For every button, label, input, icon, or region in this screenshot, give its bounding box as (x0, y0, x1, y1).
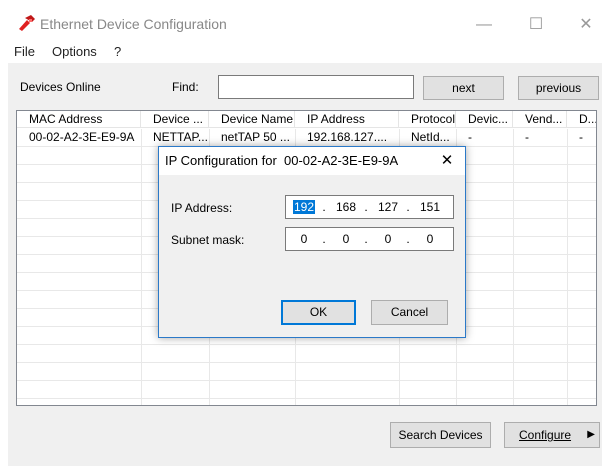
menu-options[interactable]: Options (52, 44, 97, 59)
dialog-close-icon[interactable]: ✕ (437, 151, 457, 171)
grid-line (141, 129, 142, 405)
find-input[interactable] (218, 75, 414, 99)
mask-dot: . (322, 232, 326, 246)
row-1-protocol[interactable]: NetId... (399, 129, 456, 146)
grid-line (513, 129, 514, 405)
ip-octet-4[interactable]: 151 (414, 196, 446, 218)
grid-line (17, 380, 596, 381)
next-button[interactable]: next (423, 76, 504, 100)
app-icon (18, 14, 36, 32)
arrow-right-icon: ▶ (587, 429, 595, 440)
row-1-ip-address[interactable]: 192.168.127.... (295, 129, 399, 146)
mask-octet-1[interactable]: 0 (288, 228, 320, 250)
column-header-vendor[interactable]: Vend... (513, 111, 567, 128)
ip-octet-1[interactable]: 192 (288, 196, 320, 218)
ip-dot: . (322, 200, 326, 214)
ip-octet-3[interactable]: 127 (372, 196, 404, 218)
ip-dot: . (364, 200, 368, 214)
ip-dot: . (406, 200, 410, 214)
column-header-device[interactable]: Devic... (456, 111, 513, 128)
grid-line (17, 398, 596, 399)
row-1-vendor[interactable]: - (513, 129, 567, 146)
ip-octet-1-value: 192 (292, 200, 316, 214)
devices-online-label: Devices Online (20, 80, 101, 94)
minimize-button[interactable]: — (464, 10, 504, 40)
dialog-title: IP Configuration for 00-02-A2-3E-E9-9A (165, 153, 399, 168)
ok-button[interactable]: OK (281, 300, 356, 325)
row-1-device-type[interactable]: NETTAP... (141, 129, 209, 146)
subnet-mask-label: Subnet mask: (171, 233, 245, 247)
mask-dot: . (364, 232, 368, 246)
ip-address-field[interactable]: 192 . 168 . 127 . 151 (285, 195, 454, 219)
ip-address-label: IP Address: (171, 201, 233, 215)
mask-octet-2[interactable]: 0 (330, 228, 362, 250)
grid-line (17, 362, 596, 363)
row-1-device[interactable]: - (456, 129, 513, 146)
close-button[interactable]: ✕ (566, 10, 602, 40)
subnet-mask-field[interactable]: 0 . 0 . 0 . 0 (285, 227, 454, 251)
grid-line (17, 344, 596, 345)
configure-label: Configure (519, 428, 572, 442)
mask-dot: . (406, 232, 410, 246)
column-header-mac[interactable]: MAC Address (17, 111, 141, 128)
column-header-protocol[interactable]: Protocol (399, 111, 456, 128)
row-1-d[interactable]: - (567, 129, 596, 146)
column-header-ip-address[interactable]: IP Address (295, 111, 399, 128)
mask-octet-3[interactable]: 0 (372, 228, 404, 250)
row-1-mac[interactable]: 00-02-A2-3E-E9-9A (17, 129, 141, 146)
menu-file[interactable]: File (14, 44, 35, 59)
window-title: Ethernet Device Configuration (40, 16, 227, 32)
grid-line (567, 129, 568, 405)
cancel-button[interactable]: Cancel (371, 300, 448, 325)
menu-help[interactable]: ? (114, 44, 121, 59)
configure-button[interactable]: Configure ▶ (504, 422, 600, 448)
maximize-button[interactable]: ☐ (516, 10, 556, 40)
ip-configuration-dialog: IP Configuration for 00-02-A2-3E-E9-9A ✕… (158, 146, 466, 338)
mask-octet-4[interactable]: 0 (414, 228, 446, 250)
column-header-d[interactable]: D... (567, 111, 596, 128)
row-1-device-name[interactable]: netTAP 50 ... (209, 129, 295, 146)
column-header-device-type[interactable]: Device ... (141, 111, 209, 128)
ip-octet-2[interactable]: 168 (330, 196, 362, 218)
find-label: Find: (172, 80, 199, 94)
search-devices-button[interactable]: Search Devices (390, 422, 491, 448)
previous-button[interactable]: previous (518, 76, 599, 100)
column-header-device-name[interactable]: Device Name (209, 111, 295, 128)
